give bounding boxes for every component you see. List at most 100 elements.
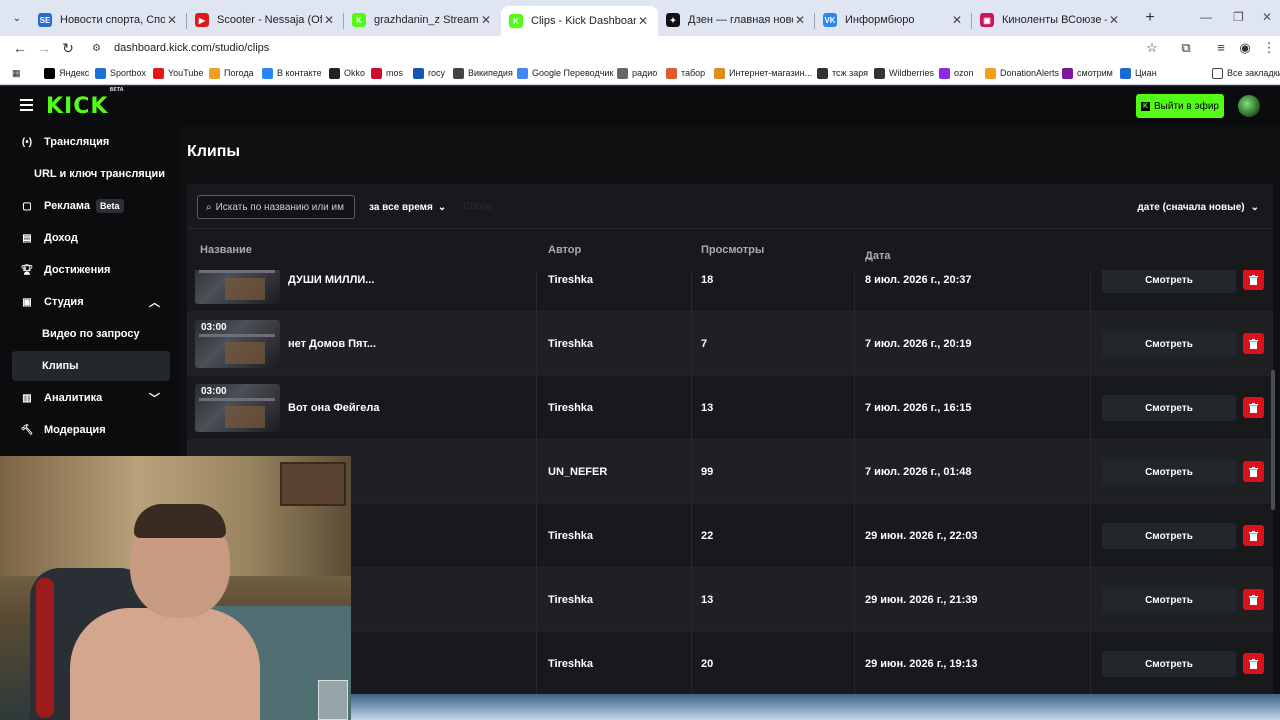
reload-icon[interactable]: ↻ <box>59 39 77 57</box>
close-window-icon[interactable]: ✕ <box>1262 10 1272 24</box>
tab-search-icon[interactable]: ⌄ <box>8 9 26 27</box>
sidebar-item-income[interactable]: ▤ Доход <box>12 223 170 253</box>
minimize-icon[interactable]: — <box>1200 10 1212 24</box>
delete-button[interactable] <box>1243 333 1264 354</box>
bookmark-item[interactable]: Википедия <box>453 66 513 80</box>
column-divider <box>536 376 537 440</box>
bookmark-item[interactable]: тсж заря <box>817 66 868 80</box>
clip-duration: 03:00 <box>201 386 227 397</box>
menu-icon[interactable] <box>20 99 33 111</box>
tab-close-icon[interactable]: ✕ <box>636 14 650 28</box>
bookmark-item[interactable]: Wildberries <box>874 66 934 80</box>
restore-icon[interactable]: ❐ <box>1233 10 1244 24</box>
sidebar-item-moderation[interactable]: 🔨︎ Модерация <box>12 415 170 445</box>
tab-2[interactable]: Kgrazhdanin_z Stream - Watch L✕ <box>344 6 501 34</box>
kick-logo[interactable]: KICKBETA <box>46 87 124 119</box>
delete-button[interactable] <box>1243 461 1264 482</box>
sidebar-item-stream[interactable]: (•) Трансляция <box>12 127 170 157</box>
clip-thumbnail[interactable]: 03:00 <box>195 320 280 368</box>
column-divider <box>854 440 855 504</box>
bookmark-item[interactable]: Sportbox <box>95 66 146 80</box>
watch-button[interactable]: Смотреть <box>1102 523 1236 549</box>
delete-button[interactable] <box>1243 589 1264 610</box>
back-icon[interactable]: ← <box>11 39 29 57</box>
tab-6[interactable]: ▣ Киноленты ВСоюзе — смотре✕ <box>972 6 1129 34</box>
watch-button[interactable]: Смотреть <box>1102 459 1236 485</box>
bookmark-favicon-icon <box>1120 67 1131 79</box>
clip-thumbnail[interactable]: 03:00 <box>195 384 280 432</box>
sidebar-item-analytics[interactable]: ▥ Аналитика ﹀ <box>12 383 170 413</box>
tab-3[interactable]: K Clips - Kick Dashboard ✕ <box>501 6 658 36</box>
sidebar-item-ads[interactable]: ▢ Реклама Beta <box>12 191 170 221</box>
tab-close-icon[interactable]: ✕ <box>950 13 964 27</box>
browser-menu-icon[interactable]: ⋮ <box>1260 39 1278 57</box>
tab-4[interactable]: ✦ Дзен — главная новостная ин✕ <box>658 6 815 34</box>
tab-close-icon[interactable]: ✕ <box>479 13 493 27</box>
sidebar-item-achievements[interactable]: 🏆︎ Достижения <box>12 255 170 285</box>
site-info-icon[interactable]: ⚙ <box>92 43 106 54</box>
address-bar[interactable]: ⚙ dashboard.kick.com/studio/clips <box>84 36 1176 60</box>
extensions-icon[interactable]: ⧉ <box>1177 39 1195 57</box>
bookmark-item[interactable]: Google Переводчик <box>517 66 613 80</box>
bookmark-item[interactable]: Яндекс <box>44 66 89 80</box>
table-row[interactable]: 03:00 Вот она Фейгела Tireshka 13 7 июл. 202… <box>187 376 1273 440</box>
bookmark-item[interactable]: радио <box>617 66 657 80</box>
forward-icon[interactable]: → <box>35 39 53 57</box>
sort-select[interactable]: дате (сначала новые) ⌄ <box>1137 195 1259 219</box>
table-row[interactable]: 03:00 нет Домов Пят... Tireshka 7 7 июл. 202… <box>187 312 1273 376</box>
table-row[interactable]: 03:00 ДУШИ МИЛЛИ... Tireshka 18 8 июл. 2026 … <box>187 270 1273 312</box>
bookmark-item[interactable]: Интернет-магазин... <box>714 66 812 80</box>
bookmark-favicon-icon <box>453 67 464 79</box>
tab-close-icon[interactable]: ✕ <box>322 13 336 27</box>
time-filter-select[interactable]: за все время ⌄ <box>367 195 448 219</box>
col-views[interactable]: Просмотры <box>701 244 764 256</box>
bookmark-item[interactable]: Погода <box>209 66 254 80</box>
delete-button[interactable] <box>1243 270 1264 290</box>
watch-button[interactable]: Смотреть <box>1102 651 1236 677</box>
bookmark-item[interactable]: смотрим <box>1062 66 1113 80</box>
delete-button[interactable] <box>1243 653 1264 674</box>
tab-1[interactable]: ▶ Scooter - Nessaja (Official Vide✕ <box>187 6 344 34</box>
watch-button[interactable]: Смотреть <box>1102 395 1236 421</box>
col-author[interactable]: Автор <box>548 244 581 256</box>
tab-0[interactable]: SE Новости спорта, Спортивная а✕ <box>30 6 187 34</box>
delete-button[interactable] <box>1243 525 1264 546</box>
tab-5[interactable]: VK Информбюро ✕ <box>815 6 972 34</box>
media-controls-icon[interactable]: ≡ <box>1212 39 1230 57</box>
bookmark-item[interactable]: mos <box>371 66 403 80</box>
sidebar-item-vod[interactable]: Видео по запросу <box>12 319 170 349</box>
trash-icon <box>1249 338 1258 349</box>
watch-button[interactable]: Смотреть <box>1102 587 1236 613</box>
all-bookmarks[interactable]: Все закладки <box>1212 66 1280 80</box>
chevron-down-icon: ⌄ <box>1250 201 1259 213</box>
profile-icon[interactable]: ◉ <box>1236 39 1254 57</box>
bookmark-star-icon[interactable]: ☆ <box>1143 39 1161 57</box>
bookmark-item[interactable]: Циан <box>1120 66 1157 80</box>
bookmark-item[interactable]: DonationAlerts <box>985 66 1059 80</box>
clip-author: Tireshka <box>548 594 594 606</box>
bookmark-item[interactable]: ozon <box>939 66 974 80</box>
reset-button[interactable]: Сброс <box>463 201 492 212</box>
bookmark-item[interactable]: YouTube <box>153 66 203 80</box>
tab-close-icon[interactable]: ✕ <box>165 13 179 27</box>
bookmark-item[interactable]: табор <box>666 66 705 80</box>
sidebar-item-clips[interactable]: Клипы <box>12 351 170 381</box>
col-name[interactable]: Название <box>200 244 252 256</box>
scrollbar[interactable] <box>1271 370 1275 510</box>
user-avatar[interactable] <box>1238 95 1260 117</box>
sidebar-item-studio[interactable]: ▣ Студия ︿ <box>12 287 170 317</box>
bookmark-item[interactable]: rocy <box>413 66 445 80</box>
new-tab-button[interactable]: + <box>1141 9 1159 27</box>
sidebar-item-url-key[interactable]: URL и ключ трансляции <box>12 159 170 189</box>
watch-button[interactable]: Смотреть <box>1102 331 1236 357</box>
tab-close-icon[interactable]: ✕ <box>793 13 807 27</box>
clip-thumbnail[interactable]: 03:00 <box>195 270 280 304</box>
watch-button[interactable]: Смотреть <box>1102 270 1236 293</box>
search-input[interactable]: ⌕ Искать по названию или им <box>197 195 355 219</box>
bookmark-item[interactable]: В контакте <box>262 66 322 80</box>
delete-button[interactable] <box>1243 397 1264 418</box>
go-live-button[interactable]: K Выйти в эфир <box>1136 94 1224 118</box>
bookmark-item[interactable]: Okko <box>329 66 365 80</box>
apps-icon[interactable]: ▦ <box>12 66 21 80</box>
tab-close-icon[interactable]: ✕ <box>1107 13 1121 27</box>
